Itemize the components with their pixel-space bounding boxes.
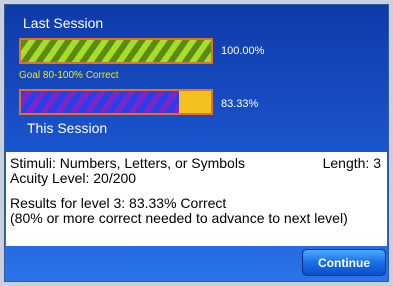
- results-panel: Last Session 100.00% Goal 80-100% Correc…: [4, 4, 389, 282]
- last-session-progress-bar: [19, 38, 213, 64]
- window-frame: Last Session 100.00% Goal 80-100% Correc…: [0, 0, 393, 286]
- last-session-percent: 100.00%: [221, 45, 265, 57]
- continue-button[interactable]: Continue: [302, 249, 386, 276]
- stimuli-row: Stimuli: Numbers, Letters, or Symbols Le…: [10, 156, 383, 171]
- goal-text: Goal 80-100% Correct: [19, 70, 119, 81]
- last-session-progress-fill: [21, 40, 211, 62]
- this-session-progress-fill: [21, 91, 180, 113]
- advance-note-text: (80% or more correct needed to advance t…: [10, 210, 348, 226]
- footer-bar: Continue: [5, 241, 388, 281]
- this-session-progress-bar: [19, 89, 213, 115]
- this-session-percent: 83.33%: [221, 98, 259, 110]
- results-text: Results for level 3: 83.33% Correct: [10, 195, 227, 211]
- session-info-box: Stimuli: Numbers, Letters, or Symbols Le…: [6, 152, 387, 246]
- acuity-text: Acuity Level: 20/200: [10, 170, 137, 186]
- length-text: Length: 3: [322, 155, 381, 171]
- last-session-label: Last Session: [23, 15, 104, 31]
- this-session-label: This Session: [27, 120, 108, 136]
- stimuli-text: Stimuli: Numbers, Letters, or Symbols: [10, 155, 245, 171]
